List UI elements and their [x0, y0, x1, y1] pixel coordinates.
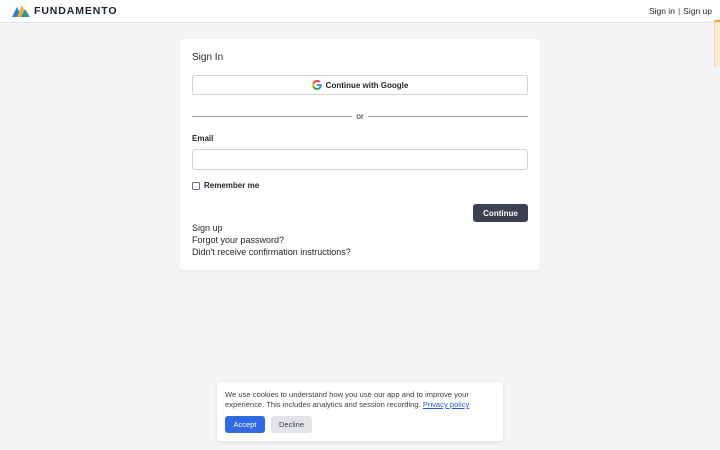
sign-in-card: Sign In Continue with Google or Email Re…	[180, 39, 540, 270]
side-feedback-tab[interactable]	[714, 20, 720, 66]
continue-with-google-label: Continue with Google	[325, 80, 409, 90]
google-g-icon	[311, 80, 322, 90]
auth-help-links: Sign up Forgot your password? Didn't rec…	[192, 222, 351, 258]
accept-cookies-button[interactable]: Accept	[225, 416, 265, 433]
sign-up-link[interactable]: Sign up	[683, 6, 712, 16]
mountain-logo-icon	[12, 5, 30, 17]
sign-up-link-card[interactable]: Sign up	[192, 222, 351, 234]
brand-logo[interactable]: FUNDAMENTO	[12, 4, 117, 18]
remember-me-label[interactable]: Remember me	[204, 181, 259, 190]
auth-links-separator: |	[677, 6, 681, 16]
sign-in-link[interactable]: Sign in	[649, 6, 675, 16]
cookie-message: We use cookies to understand how you use…	[225, 390, 497, 410]
top-navigation-bar: FUNDAMENTO Sign in | Sign up	[0, 0, 720, 23]
email-label: Email	[192, 134, 214, 143]
continue-button[interactable]: Continue	[473, 204, 528, 222]
auth-links: Sign in | Sign up	[649, 6, 712, 16]
privacy-policy-link[interactable]: Privacy policy	[423, 400, 469, 409]
email-field[interactable]	[192, 149, 528, 170]
divider-line-right	[368, 116, 528, 117]
remember-me-row: Remember me	[192, 181, 259, 190]
continue-with-google-button[interactable]: Continue with Google	[192, 75, 528, 95]
resend-confirmation-link[interactable]: Didn't receive confirmation instructions…	[192, 246, 351, 258]
sign-in-title: Sign In	[192, 52, 224, 63]
brand-name: FUNDAMENTO	[34, 5, 118, 17]
remember-me-checkbox[interactable]	[192, 181, 200, 190]
decline-cookies-button[interactable]: Decline	[271, 416, 312, 433]
forgot-password-link[interactable]: Forgot your password?	[192, 234, 351, 246]
or-divider: or	[192, 111, 528, 123]
cookie-consent-banner: We use cookies to understand how you use…	[217, 382, 503, 441]
